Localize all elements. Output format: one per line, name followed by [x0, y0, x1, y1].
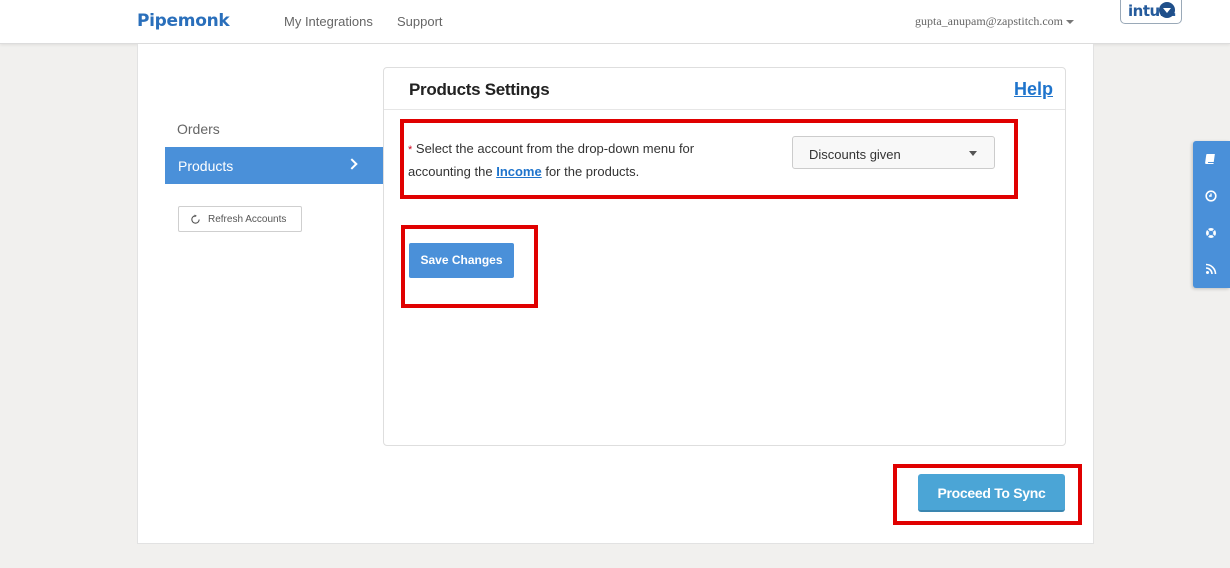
help-link[interactable]: Help	[1014, 79, 1053, 100]
nav-my-integrations[interactable]: My Integrations	[284, 14, 373, 29]
floating-toolbar	[1193, 141, 1230, 288]
book-tool-button[interactable]	[1193, 141, 1230, 178]
clock-tool-button[interactable]	[1193, 178, 1230, 215]
highlight-box-save	[401, 225, 538, 308]
refresh-accounts-label: Refresh Accounts	[208, 214, 287, 225]
page-title: Products Settings	[409, 80, 550, 99]
chevron-down-icon	[1066, 20, 1075, 25]
lifebuoy-tool-button[interactable]	[1193, 215, 1230, 252]
rss-icon	[1205, 263, 1217, 275]
clock-icon	[1205, 190, 1217, 202]
user-email: gupta_anupam@zapstitch.com	[915, 14, 1064, 28]
highlight-box-proceed	[893, 464, 1082, 525]
sidebar-item-products[interactable]: Products	[165, 147, 384, 184]
lifebuoy-icon	[1206, 228, 1216, 238]
top-nav: Pipemonk My Integrations Support gupta_a…	[0, 0, 1230, 44]
brand-logo[interactable]: Pipemonk	[137, 11, 230, 31]
chevron-down-icon	[1159, 2, 1175, 18]
sidebar-item-label: Products	[178, 158, 234, 174]
refresh-accounts-button[interactable]: Refresh Accounts	[178, 206, 302, 232]
chevron-right-icon	[346, 158, 358, 170]
rss-tool-button[interactable]	[1193, 251, 1230, 288]
nav-support[interactable]: Support	[397, 14, 443, 29]
book-icon	[1205, 154, 1215, 164]
intuit-menu-button[interactable]: intuit.	[1120, 0, 1182, 24]
user-menu[interactable]: gupta_anupam@zapstitch.com	[915, 14, 1075, 29]
refresh-icon	[191, 214, 200, 224]
sidebar-item-orders[interactable]: Orders	[177, 121, 220, 137]
highlight-box-select	[400, 119, 1018, 199]
panel-header: Products Settings Help	[384, 68, 1065, 110]
